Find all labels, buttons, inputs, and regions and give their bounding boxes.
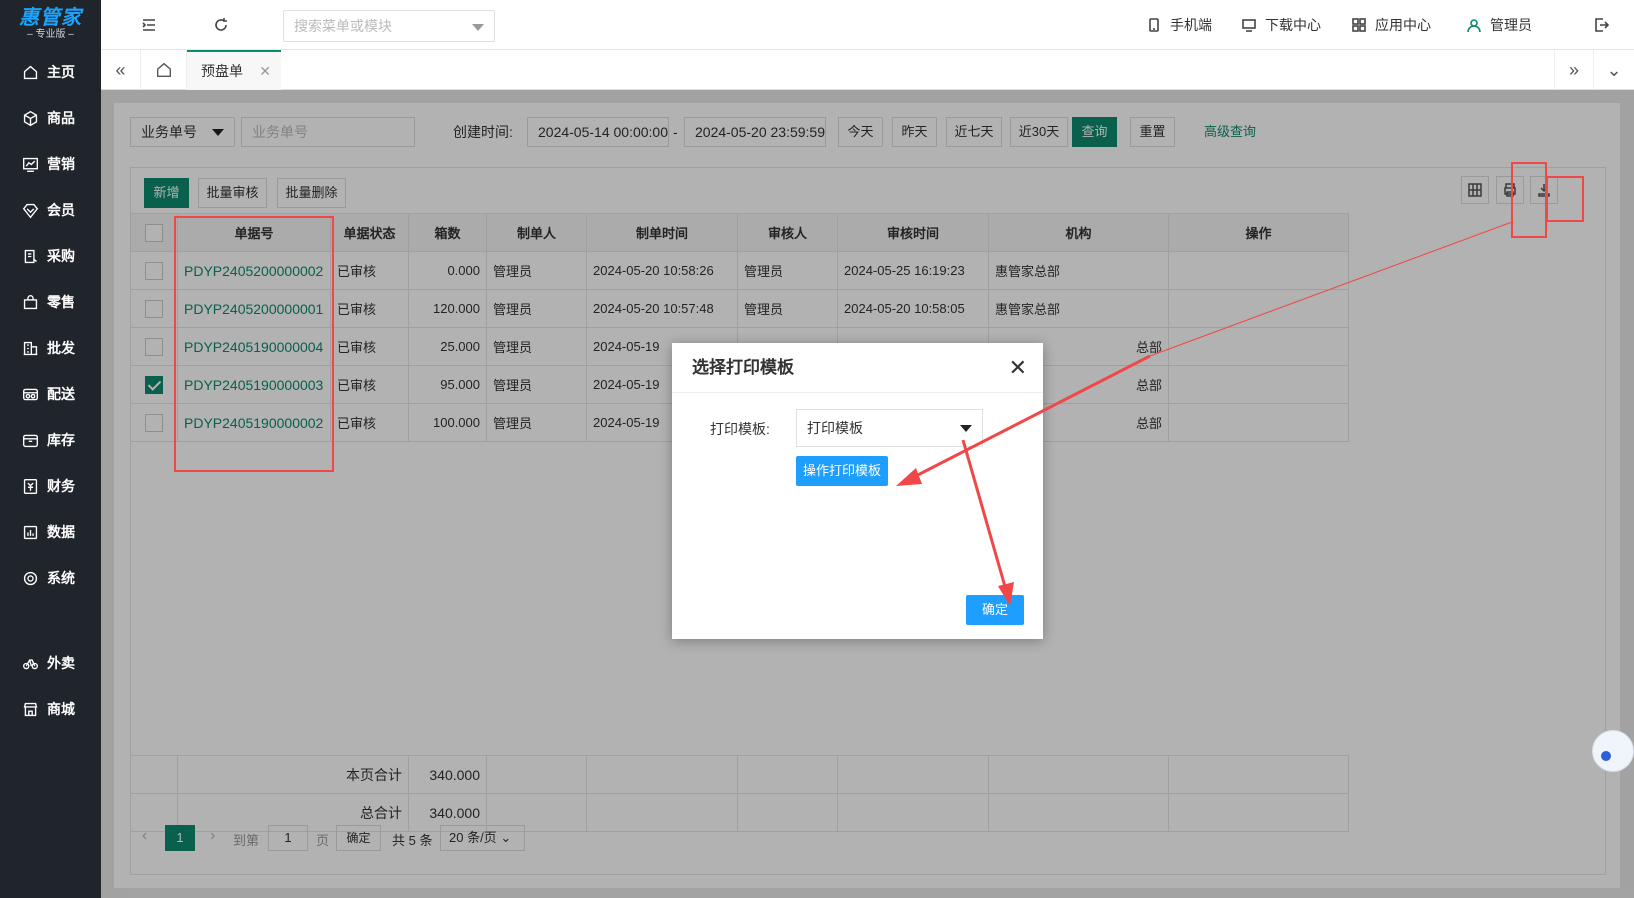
- data-icon: [23, 525, 38, 539]
- dialog-title: 选择打印模板 ✕: [672, 343, 1043, 393]
- operate-template-button[interactable]: 操作打印模板: [796, 456, 888, 486]
- sidebar-item-delivery[interactable]: 配送: [0, 374, 101, 414]
- template-select[interactable]: 打印模板: [796, 409, 983, 447]
- sidebar-item-mall[interactable]: 商城: [0, 689, 101, 729]
- tab-home-icon[interactable]: [141, 50, 187, 90]
- logout-icon[interactable]: [1591, 15, 1611, 35]
- sidebar-item-retail[interactable]: 零售: [0, 282, 101, 322]
- monitor-icon: [1242, 19, 1256, 32]
- diamond-icon: [22, 203, 39, 218]
- print-template-dialog: 选择打印模板 ✕ 打印模板: 打印模板 操作打印模板 确定: [672, 343, 1043, 639]
- header-link-user[interactable]: 管理员: [1466, 15, 1532, 35]
- tab-pre-inventory[interactable]: 预盘单 ✕: [187, 50, 281, 90]
- chevron-down-icon: [472, 24, 484, 31]
- header-link-download[interactable]: 下载中心: [1241, 15, 1321, 35]
- floating-assistant-icon[interactable]: [1592, 730, 1634, 772]
- template-field-label: 打印模板:: [710, 421, 770, 437]
- tabs-scroll-right-icon[interactable]: »: [1554, 50, 1594, 90]
- tabs-bar: « 预盘单 ✕ » ⌄: [101, 50, 1634, 90]
- brand-name: 惠管家: [19, 7, 82, 29]
- sidebar-item-marketing[interactable]: 营销: [0, 144, 101, 184]
- truck-icon: [23, 388, 38, 400]
- box-icon: [23, 110, 38, 126]
- apps-icon: [1352, 18, 1366, 32]
- building-icon: [23, 341, 38, 355]
- sidebar-item-finance[interactable]: 财务: [0, 466, 101, 506]
- sidebar-item-member[interactable]: 会员: [0, 190, 101, 230]
- menu-toggle-icon[interactable]: [139, 15, 159, 35]
- top-header: 搜索菜单或模块 手机端 下载中心 应用中心 管理员: [101, 0, 1634, 50]
- phone-icon: [1149, 18, 1159, 32]
- brand-edition: – 专业版 –: [27, 29, 74, 40]
- sidebar-item-takeout[interactable]: 外卖: [0, 643, 101, 683]
- header-link-mobile[interactable]: 手机端: [1146, 15, 1212, 35]
- purchase-icon: [24, 249, 37, 263]
- sidebar: 惠管家 – 专业版 – 主页 商品 营销 会员 采购 零售 批发 配送 库存 财…: [0, 0, 101, 898]
- sidebar-item-home[interactable]: 主页: [0, 52, 101, 92]
- close-icon[interactable]: ✕: [1009, 343, 1027, 393]
- sidebar-item-data[interactable]: 数据: [0, 512, 101, 552]
- store-icon: [23, 702, 38, 716]
- sidebar-item-purchase[interactable]: 采购: [0, 236, 101, 276]
- home-icon: [23, 65, 38, 79]
- sidebar-item-system[interactable]: 系统: [0, 558, 101, 598]
- menu-search-input[interactable]: 搜索菜单或模块: [283, 10, 495, 42]
- sidebar-item-inventory[interactable]: 库存: [0, 420, 101, 460]
- bike-icon: [23, 658, 38, 669]
- warehouse-icon: [23, 434, 38, 447]
- settings-icon: [23, 571, 38, 585]
- chevron-down-icon: [960, 425, 972, 432]
- bag-icon: [23, 294, 38, 309]
- tabs-scroll-left-icon[interactable]: «: [101, 50, 141, 90]
- refresh-icon[interactable]: [211, 15, 231, 35]
- yen-icon: [23, 478, 38, 494]
- user-icon: [1467, 19, 1481, 33]
- sidebar-item-goods[interactable]: 商品: [0, 98, 101, 138]
- header-link-apps[interactable]: 应用中心: [1351, 15, 1431, 35]
- logo: 惠管家 – 专业版 –: [0, 0, 101, 48]
- close-icon[interactable]: ✕: [259, 63, 271, 80]
- confirm-button[interactable]: 确定: [966, 595, 1024, 625]
- sidebar-item-wholesale[interactable]: 批发: [0, 328, 101, 368]
- chevron-down-icon[interactable]: ⌄: [1594, 50, 1634, 90]
- chart-icon: [23, 157, 38, 172]
